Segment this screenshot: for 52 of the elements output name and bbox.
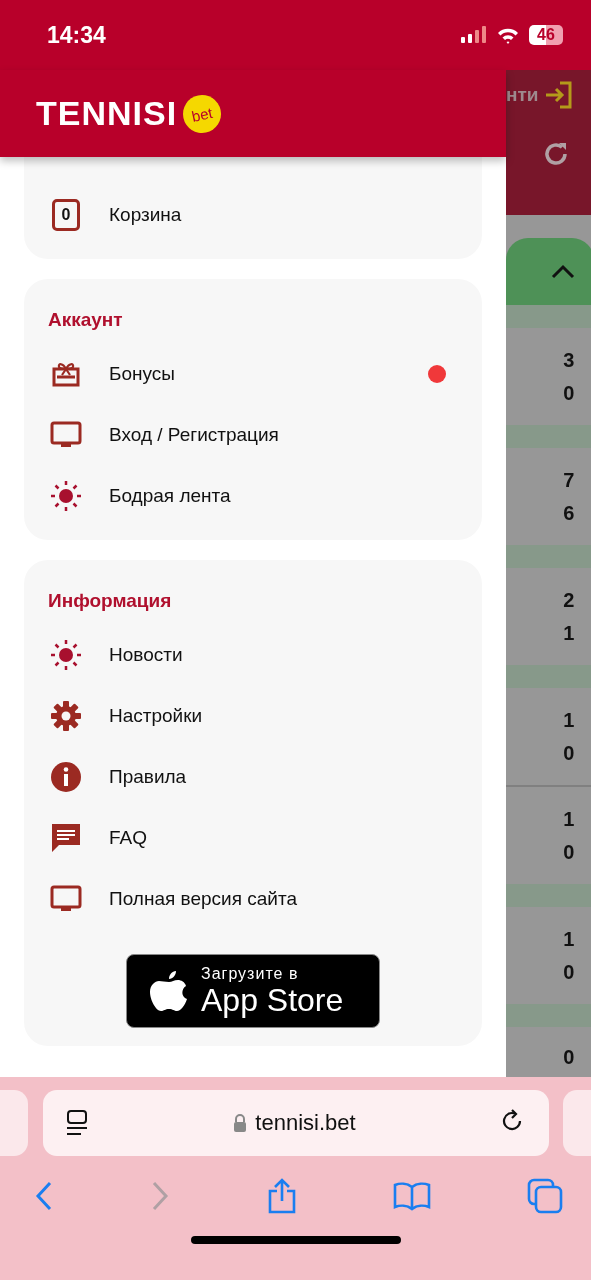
score-text: 6 bbox=[563, 501, 575, 525]
back-icon[interactable] bbox=[34, 1180, 54, 1212]
info-icon bbox=[50, 760, 82, 793]
sun-icon bbox=[50, 638, 82, 671]
sun-icon bbox=[50, 479, 82, 512]
menu-item[interactable]: Бонусы bbox=[24, 343, 482, 404]
book-icon[interactable] bbox=[393, 1181, 432, 1211]
app-store-button[interactable]: Загрузите в App Store bbox=[126, 954, 380, 1028]
chevron-up-icon[interactable] bbox=[550, 263, 577, 280]
menu-item[interactable]: Полная версия сайта bbox=[24, 868, 482, 929]
store-caption: Загрузите в bbox=[201, 965, 300, 983]
score-text: 0 bbox=[563, 381, 575, 405]
menu-item[interactable]: Правила bbox=[24, 746, 482, 807]
section-title: Аккаунт bbox=[47, 308, 124, 332]
score-text: 7 bbox=[563, 468, 575, 492]
score-text: 2 bbox=[563, 588, 575, 612]
menu-item[interactable]: Новости bbox=[24, 624, 482, 685]
monitor-icon bbox=[50, 420, 82, 449]
menu-item[interactable]: Настройки bbox=[24, 685, 482, 746]
signal-icon bbox=[461, 26, 487, 44]
score-text: 1 bbox=[563, 708, 575, 732]
page-menu-icon[interactable] bbox=[64, 1109, 89, 1137]
menu-item[interactable]: Вход / Регистрация bbox=[24, 404, 482, 465]
battery-icon: 46 bbox=[529, 25, 563, 45]
url-text: tennisi.bet bbox=[255, 1110, 356, 1136]
monitor-icon bbox=[50, 884, 82, 913]
logo-text: TENNISI bbox=[36, 94, 178, 133]
section-title: Информация bbox=[47, 589, 173, 613]
tab-preview[interactable] bbox=[563, 1090, 591, 1156]
menu-item[interactable]: 0 Корзина bbox=[24, 184, 482, 245]
score-text: 1 bbox=[563, 807, 575, 831]
store-name: App Store bbox=[201, 983, 344, 1017]
login-text: нти bbox=[506, 84, 539, 106]
settings-icon bbox=[50, 699, 82, 732]
menu-item[interactable]: FAQ bbox=[24, 807, 482, 868]
tabs-icon[interactable] bbox=[527, 1178, 563, 1214]
score-text: 0 bbox=[563, 840, 575, 864]
address-bar[interactable]: tennisi.bet bbox=[42, 1090, 549, 1156]
score-text: 0 bbox=[563, 741, 575, 765]
chat-icon bbox=[50, 821, 82, 854]
score-text: 3 bbox=[563, 348, 575, 372]
wifi-icon bbox=[497, 26, 519, 44]
score-text: 0 bbox=[563, 1045, 575, 1069]
tab-preview[interactable] bbox=[0, 1090, 28, 1156]
score-text: 1 bbox=[563, 927, 575, 951]
clock-time: 14:34 bbox=[47, 21, 106, 49]
ticket-icon: 0 bbox=[52, 198, 80, 231]
login-icon bbox=[544, 80, 575, 110]
score-text: 1 bbox=[563, 621, 575, 645]
menu-item[interactable]: Бодрая лента bbox=[24, 465, 482, 526]
score-text: 0 bbox=[563, 960, 575, 984]
lock-icon bbox=[233, 1114, 248, 1132]
